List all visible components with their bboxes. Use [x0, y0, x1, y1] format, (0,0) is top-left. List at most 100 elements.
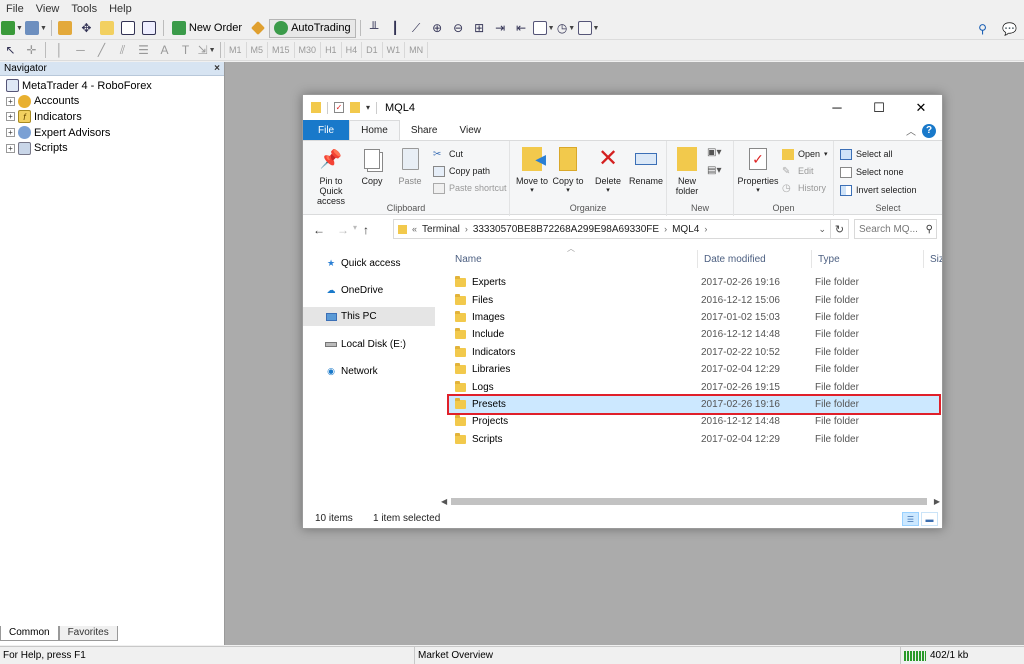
- easy-access-icon[interactable]: ▤▾: [707, 165, 721, 176]
- file-row[interactable]: Images 2017-01-02 15:03 File folder: [449, 309, 939, 326]
- tab-home[interactable]: Home: [349, 120, 400, 140]
- file-row[interactable]: Scripts 2017-02-04 12:29 File folder: [449, 431, 939, 448]
- tab-file[interactable]: File: [303, 120, 350, 140]
- zoom-out-icon[interactable]: ⊖: [449, 19, 468, 38]
- tree-item-scripts[interactable]: + Scripts: [6, 140, 224, 156]
- breadcrumb-terminal-id[interactable]: 33330570BE8B72268A299E98A69330FE: [473, 224, 659, 235]
- menu-file[interactable]: File: [0, 3, 30, 15]
- rename-button[interactable]: Rename: [626, 145, 666, 186]
- horizontal-line-icon[interactable]: ─: [71, 41, 90, 60]
- overflow-icon[interactable]: «: [412, 224, 417, 234]
- chevron-down-icon[interactable]: ⌄: [818, 224, 826, 235]
- details-view-icon[interactable]: ☰: [902, 512, 919, 526]
- open-button[interactable]: Open ▾: [782, 147, 828, 161]
- tree-item-accounts[interactable]: + Accounts: [6, 94, 224, 110]
- cut-button[interactable]: ✂ Cut: [433, 147, 463, 161]
- cursor-icon[interactable]: ↖: [1, 41, 20, 60]
- indicators-icon[interactable]: ▼: [532, 19, 555, 38]
- chevron-right-icon[interactable]: ›: [465, 224, 468, 234]
- tile-windows-icon[interactable]: ⊞: [470, 19, 489, 38]
- scroll-right-icon[interactable]: ▶: [934, 497, 940, 506]
- forward-icon[interactable]: →: [337, 223, 349, 237]
- templates-icon[interactable]: ▼: [577, 19, 599, 38]
- nav-quick-access[interactable]: ★ Quick access: [303, 254, 435, 273]
- address-bar[interactable]: « Terminal › 33330570BE8B72268A299E98A69…: [393, 219, 831, 239]
- new-folder-icon[interactable]: [350, 102, 360, 113]
- back-icon[interactable]: ←: [313, 223, 325, 237]
- tree-item-expert-advisors[interactable]: + Expert Advisors: [6, 125, 224, 141]
- help-icon[interactable]: ?: [922, 123, 936, 138]
- customize-qat-icon[interactable]: ▾: [366, 103, 370, 112]
- timeframe-m30[interactable]: M30: [293, 42, 321, 58]
- new-folder-button[interactable]: New folder: [669, 145, 705, 196]
- maximize-icon[interactable]: ☐: [858, 95, 900, 120]
- terminal-icon[interactable]: [119, 19, 138, 38]
- periods-icon[interactable]: ◷ ▼: [557, 19, 576, 38]
- nav-network[interactable]: ◉ Network: [303, 362, 435, 381]
- new-order-button[interactable]: New Order: [168, 19, 246, 38]
- line-chart-icon[interactable]: ⟋: [407, 19, 426, 38]
- tree-item-indicators[interactable]: + f Indicators: [6, 109, 224, 125]
- copy-path-button[interactable]: Copy path: [433, 164, 490, 178]
- delete-button[interactable]: ✕ Delete ▾: [590, 145, 626, 196]
- tab-common[interactable]: Common: [0, 626, 59, 641]
- scrollbar-thumb[interactable]: [451, 498, 927, 505]
- timeframe-d1[interactable]: D1: [361, 42, 382, 58]
- chat-icon[interactable]: 💬: [1000, 19, 1019, 38]
- nav-onedrive[interactable]: ☁ OneDrive: [303, 281, 435, 300]
- file-row[interactable]: Libraries 2017-02-04 12:29 File folder: [449, 361, 939, 378]
- menu-help[interactable]: Help: [103, 3, 138, 15]
- paste-shortcut-button[interactable]: Paste shortcut: [433, 181, 507, 195]
- bar-chart-icon[interactable]: ╨: [365, 19, 384, 38]
- arrows-icon[interactable]: ⇲ ▼: [197, 41, 216, 60]
- tab-share[interactable]: Share: [400, 120, 449, 140]
- invert-selection-button[interactable]: Invert selection: [840, 183, 917, 197]
- text-label-icon[interactable]: T: [176, 41, 195, 60]
- minimize-icon[interactable]: ─: [816, 95, 858, 120]
- timeframe-w1[interactable]: W1: [381, 42, 405, 58]
- move-to-button[interactable]: ◀ Move to ▾: [514, 145, 550, 196]
- refresh-icon[interactable]: ↻: [831, 219, 849, 239]
- close-icon[interactable]: ×: [214, 63, 220, 74]
- close-icon[interactable]: ✕: [900, 95, 942, 120]
- copy-button[interactable]: Copy: [355, 145, 389, 186]
- column-date-modified[interactable]: Date modified: [697, 250, 766, 268]
- breadcrumb-terminal[interactable]: Terminal: [422, 224, 460, 235]
- edit-button[interactable]: ✎ Edit: [782, 164, 814, 178]
- new-chart-icon[interactable]: ▼: [1, 19, 23, 38]
- scroll-left-icon[interactable]: ◀: [441, 497, 447, 506]
- nav-local-disk[interactable]: Local Disk (E:): [303, 335, 435, 354]
- paste-button[interactable]: Paste: [393, 145, 427, 186]
- properties-button[interactable]: ✓ Properties ▾: [736, 145, 780, 196]
- large-icons-view-icon[interactable]: ▬: [921, 512, 938, 526]
- data-window-icon[interactable]: ✥: [77, 19, 96, 38]
- menu-tools[interactable]: Tools: [65, 3, 103, 15]
- tab-favorites[interactable]: Favorites: [58, 626, 118, 641]
- properties-icon[interactable]: ✓: [334, 102, 344, 113]
- crosshair-icon[interactable]: ✛: [22, 41, 41, 60]
- up-icon[interactable]: ↑: [363, 223, 369, 237]
- search-input[interactable]: Search MQ... ⚲: [854, 219, 937, 239]
- timeframe-m1[interactable]: M1: [224, 42, 246, 58]
- auto-scroll-icon[interactable]: ⇤: [512, 19, 531, 38]
- column-type[interactable]: Type: [811, 250, 840, 268]
- autotrading-button[interactable]: AutoTrading: [269, 18, 356, 38]
- file-row[interactable]: Experts 2017-02-26 19:16 File folder: [449, 274, 939, 291]
- menu-view[interactable]: View: [30, 3, 66, 15]
- timeframe-m15[interactable]: M15: [267, 42, 294, 58]
- timeframe-mn[interactable]: MN: [404, 42, 429, 58]
- history-button[interactable]: ◷ History: [782, 181, 826, 195]
- market-watch-icon[interactable]: [56, 19, 75, 38]
- timeframe-h4[interactable]: H4: [340, 42, 362, 58]
- copy-to-button[interactable]: Copy to ▾: [550, 145, 586, 196]
- new-item-icon[interactable]: ▣▾: [707, 147, 721, 158]
- fibonacci-icon[interactable]: ☰: [134, 41, 153, 60]
- column-name[interactable]: Name: [449, 250, 482, 268]
- column-size[interactable]: Size: [923, 250, 942, 268]
- chevron-right-icon[interactable]: ›: [664, 224, 667, 234]
- file-row[interactable]: Logs 2017-02-26 19:15 File folder: [449, 378, 939, 395]
- expand-icon[interactable]: +: [6, 143, 15, 153]
- channel-icon[interactable]: ⫽: [113, 41, 132, 60]
- vertical-line-icon[interactable]: │: [50, 41, 69, 60]
- file-row[interactable]: Include 2016-12-12 14:48 File folder: [449, 326, 939, 343]
